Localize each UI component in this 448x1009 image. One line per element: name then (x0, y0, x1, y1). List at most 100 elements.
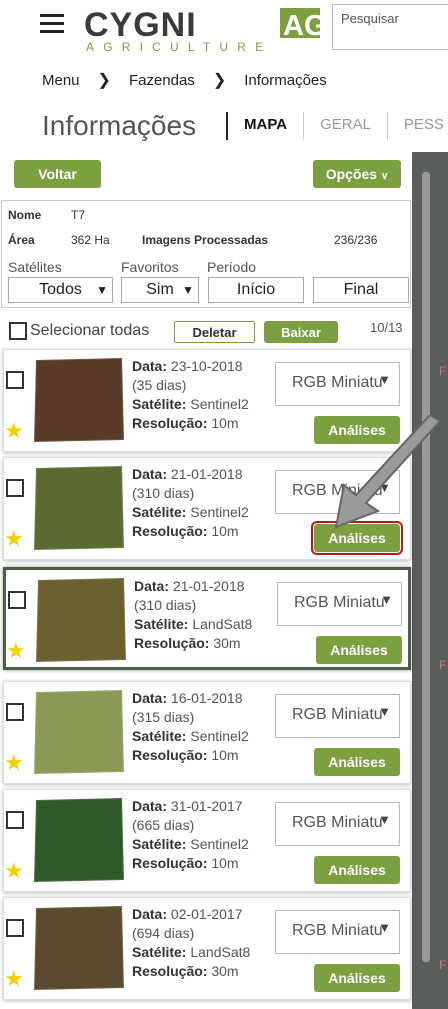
image-resolution: 10m (211, 855, 239, 871)
caret-down-icon: ▼ (380, 592, 393, 607)
image-satellite: LandSat8 (190, 944, 251, 960)
star-icon[interactable]: ★ (4, 418, 24, 444)
view-select[interactable]: RGB Miniatu ▼ (277, 582, 402, 626)
field-thumbnail (32, 796, 126, 884)
view-select[interactable]: RGB Miniatu ▼ (275, 802, 400, 846)
caret-down-icon: ▼ (182, 283, 194, 297)
image-date: 31-01-2017 (170, 798, 243, 814)
tab-geral[interactable]: GERAL (303, 112, 387, 140)
field-shape (34, 906, 124, 990)
analises-button[interactable]: Análises (314, 748, 400, 776)
field-thumbnail (34, 576, 128, 664)
image-card[interactable]: ★ Data: 02-01-2017 (694 dias) Satélite: … (3, 897, 411, 1000)
image-resolution: 10m (211, 415, 239, 431)
brand-sub: AGRICULTURE (86, 40, 272, 54)
star-icon[interactable]: ★ (6, 638, 26, 664)
analises-button[interactable]: Análises (316, 636, 402, 664)
satelites-select[interactable]: Todos ▼ (8, 277, 113, 303)
image-checkbox[interactable] (6, 811, 24, 829)
baixar-button[interactable]: Baixar (264, 321, 338, 343)
image-card[interactable]: ★ Data: 31-01-2017 (665 dias) Satélite: … (3, 789, 411, 892)
image-satellite: Sentinel2 (190, 396, 249, 412)
inicio-input[interactable]: Início (208, 277, 304, 303)
image-card[interactable]: ★ Data: 21-01-2018 (310 dias) Satélite: … (3, 567, 411, 670)
voltar-button[interactable]: Voltar (14, 160, 101, 188)
image-info: Data: 23-10-2018 (35 dias) Satélite: Sen… (132, 357, 249, 433)
area-value: 362 Ha (71, 233, 110, 247)
periodo-label: Período (207, 259, 257, 275)
resolucao-label: Resolução: (132, 415, 208, 431)
favoritos-select[interactable]: Sim ▼ (121, 277, 199, 303)
image-resolution: 30m (213, 635, 241, 651)
analises-button[interactable]: Análises (311, 521, 403, 555)
hamburger-menu-icon[interactable] (40, 14, 64, 33)
image-checkbox[interactable] (8, 591, 26, 609)
image-checkbox[interactable] (6, 919, 24, 937)
star-icon[interactable]: ★ (4, 526, 24, 552)
view-select[interactable]: RGB Miniatu ▼ (275, 470, 400, 514)
satelite-label: Satélite: (134, 616, 189, 632)
caret-down-icon: ▼ (378, 920, 391, 935)
view-select[interactable]: RGB Miniatu ▼ (275, 910, 400, 954)
image-days: (310 dias) (132, 485, 195, 501)
analises-button[interactable]: Análises (314, 964, 400, 992)
opcoes-button[interactable]: Opções ∨ (313, 160, 401, 188)
favoritos-value: Sim (146, 281, 174, 298)
image-date: 16-01-2018 (170, 690, 243, 706)
image-checkbox[interactable] (6, 479, 24, 497)
deletar-button[interactable]: Deletar (174, 321, 255, 343)
field-shape (34, 466, 124, 550)
map-label: F (439, 958, 447, 972)
analises-button[interactable]: Análises (314, 416, 400, 444)
image-checkbox[interactable] (6, 703, 24, 721)
image-days: (35 dias) (132, 377, 187, 393)
star-icon[interactable]: ★ (4, 966, 24, 992)
caret-down-icon: ▼ (378, 480, 391, 495)
data-label: Data: (132, 906, 168, 922)
satelite-label: Satélite: (132, 944, 187, 960)
chevron-right-icon: ❯ (212, 72, 227, 89)
field-thumbnail (32, 356, 126, 444)
image-date: 23-10-2018 (170, 358, 243, 374)
image-card[interactable]: ★ Data: 21-01-2018 (310 dias) Satélite: … (3, 457, 411, 560)
field-shape (34, 358, 124, 442)
breadcrumb-menu[interactable]: Menu (42, 72, 80, 89)
field-thumbnail (32, 464, 126, 552)
search-input[interactable]: Pesquisar (332, 4, 448, 50)
image-info: Data: 21-01-2018 (310 dias) Satélite: Se… (132, 465, 249, 541)
data-label: Data: (132, 466, 168, 482)
star-icon[interactable]: ★ (4, 858, 24, 884)
farm-info-panel: Nome T7 Área 362 Ha Imagens Processadas … (1, 200, 411, 308)
star-icon[interactable]: ★ (4, 750, 24, 776)
satelite-label: Satélite: (132, 728, 187, 744)
final-input[interactable]: Final (313, 277, 409, 303)
brand-ag: AG (283, 10, 324, 42)
field-shape (36, 578, 126, 662)
satelite-label: Satélite: (132, 396, 187, 412)
image-date: 02-01-2017 (170, 906, 243, 922)
caret-down-icon: ▼ (96, 283, 108, 297)
analises-button[interactable]: Análises (314, 856, 400, 884)
image-checkbox[interactable] (6, 371, 24, 389)
data-label: Data: (132, 798, 168, 814)
view-select[interactable]: RGB Miniatu ▼ (275, 694, 400, 738)
breadcrumb-fazendas[interactable]: Fazendas (129, 72, 195, 89)
scrollbar[interactable] (422, 172, 430, 962)
satelite-label: Satélite: (132, 836, 187, 852)
image-resolution: 30m (211, 963, 239, 979)
view-select[interactable]: RGB Miniatu ▼ (275, 362, 400, 406)
image-date: 21-01-2018 (170, 466, 243, 482)
chevron-down-icon: ∨ (380, 171, 389, 182)
image-card[interactable]: ★ Data: 23-10-2018 (35 dias) Satélite: S… (3, 349, 411, 452)
select-all-label: Selecionar todas (30, 322, 150, 339)
caret-down-icon: ▼ (378, 812, 391, 827)
resolucao-label: Resolução: (132, 855, 208, 871)
tab-bar: MAPA GERAL PESS (226, 112, 448, 142)
image-info: Data: 21-01-2018 (310 dias) Satélite: La… (134, 577, 252, 653)
image-card[interactable]: ★ Data: 16-01-2018 (315 dias) Satélite: … (3, 681, 411, 784)
tab-pessoas[interactable]: PESS (386, 112, 448, 140)
select-all-checkbox[interactable] (9, 322, 27, 340)
cygni-logo: CYGNI AG AGRICULTURE (84, 6, 324, 54)
tab-mapa[interactable]: MAPA (226, 112, 303, 140)
resolucao-label: Resolução: (132, 523, 208, 539)
